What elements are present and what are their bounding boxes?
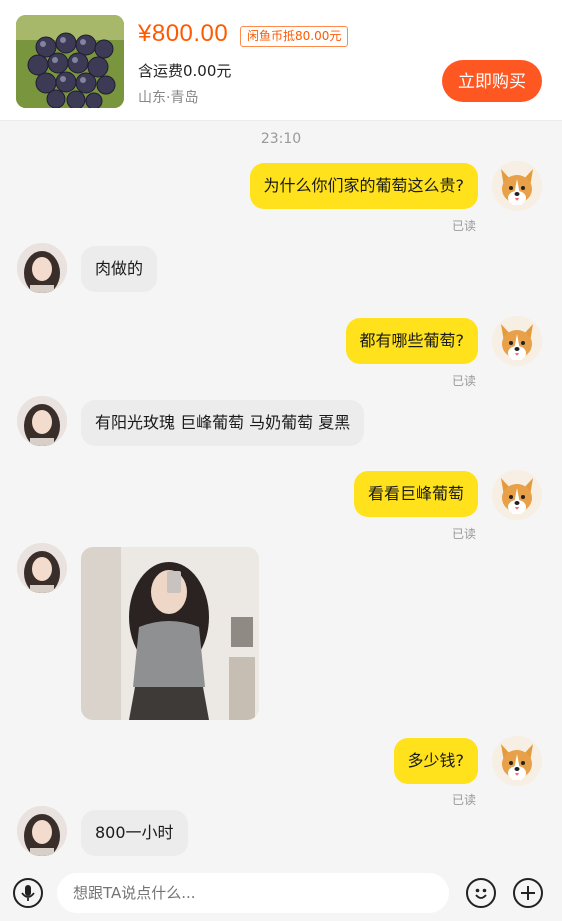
woman-avatar-icon [17, 396, 67, 446]
plus-icon [521, 886, 535, 900]
corgi-avatar-icon [492, 470, 542, 520]
seller-avatar[interactable] [17, 543, 67, 593]
message-bubble-theirs[interactable]: 800一小时 [81, 810, 188, 856]
shipping-fee: 含运费0.00元 [138, 62, 232, 80]
coin-discount-badge: 闲鱼币抵80.00元 [240, 26, 349, 47]
product-header[interactable]: ¥800.00 闲鱼币抵80.00元 含运费0.00元 山东·青岛 立即购买 [0, 0, 562, 121]
chat-input-bar [0, 861, 562, 921]
message-input[interactable] [57, 873, 449, 913]
corgi-avatar-icon [492, 161, 542, 211]
seller-avatar[interactable] [17, 806, 67, 856]
message-bubble-mine[interactable]: 看看巨峰葡萄 [353, 471, 478, 517]
message-bubble-theirs[interactable]: 肉做的 [81, 246, 158, 292]
chat-timestamp: 23:10 [260, 131, 302, 147]
read-receipt: 已读 [451, 374, 476, 388]
selfie-photo-image [81, 547, 259, 720]
seller-location: 山东·青岛 [138, 90, 199, 106]
message-image-theirs[interactable] [81, 547, 259, 720]
my-avatar[interactable] [492, 316, 542, 366]
read-receipt: 已读 [451, 793, 476, 807]
read-receipt: 已读 [451, 527, 476, 541]
woman-avatar-icon [17, 543, 67, 593]
emoji-button[interactable] [466, 878, 496, 908]
corgi-avatar-icon [492, 736, 542, 786]
read-receipt: 已读 [451, 219, 476, 233]
woman-avatar-icon [17, 806, 67, 856]
corgi-avatar-icon [492, 316, 542, 366]
seller-avatar[interactable] [17, 396, 67, 446]
grapes-image [16, 15, 124, 108]
message-bubble-mine[interactable]: 多少钱? [393, 738, 478, 784]
my-avatar[interactable] [492, 161, 542, 211]
emoji-icon [475, 888, 487, 899]
message-bubble-mine[interactable]: 都有哪些葡萄? [345, 318, 478, 364]
woman-avatar-icon [17, 243, 67, 293]
my-avatar[interactable] [492, 470, 542, 520]
more-button[interactable] [513, 878, 543, 908]
product-thumbnail[interactable] [16, 15, 124, 108]
seller-avatar[interactable] [17, 243, 67, 293]
product-price: ¥800.00 [138, 20, 229, 47]
message-bubble-theirs[interactable]: 有阳光玫瑰 巨峰葡萄 马奶葡萄 夏黑 [81, 400, 365, 446]
message-bubble-mine[interactable]: 为什么你们家的葡萄这么贵? [249, 163, 478, 209]
microphone-icon [21, 885, 35, 901]
voice-button[interactable] [13, 878, 43, 908]
my-avatar[interactable] [492, 736, 542, 786]
buy-now-button[interactable]: 立即购买 [442, 60, 542, 102]
